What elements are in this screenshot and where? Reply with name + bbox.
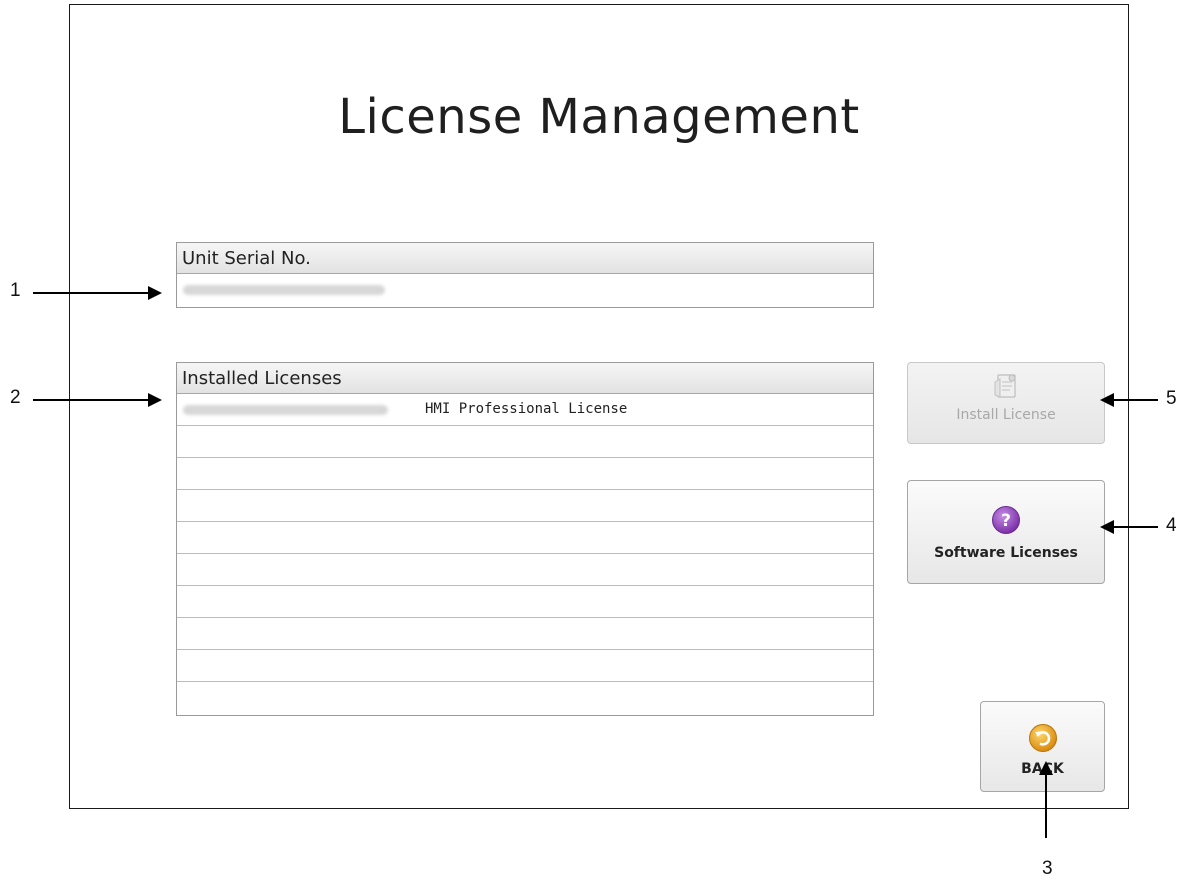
callout-arrow-3 — [1039, 761, 1053, 838]
callout-arrow-2 — [33, 393, 162, 407]
callout-arrow-4 — [1100, 520, 1158, 534]
callout-arrow-1 — [33, 286, 162, 300]
callout-arrows — [33, 286, 1158, 838]
callout-arrow-5 — [1100, 393, 1158, 407]
